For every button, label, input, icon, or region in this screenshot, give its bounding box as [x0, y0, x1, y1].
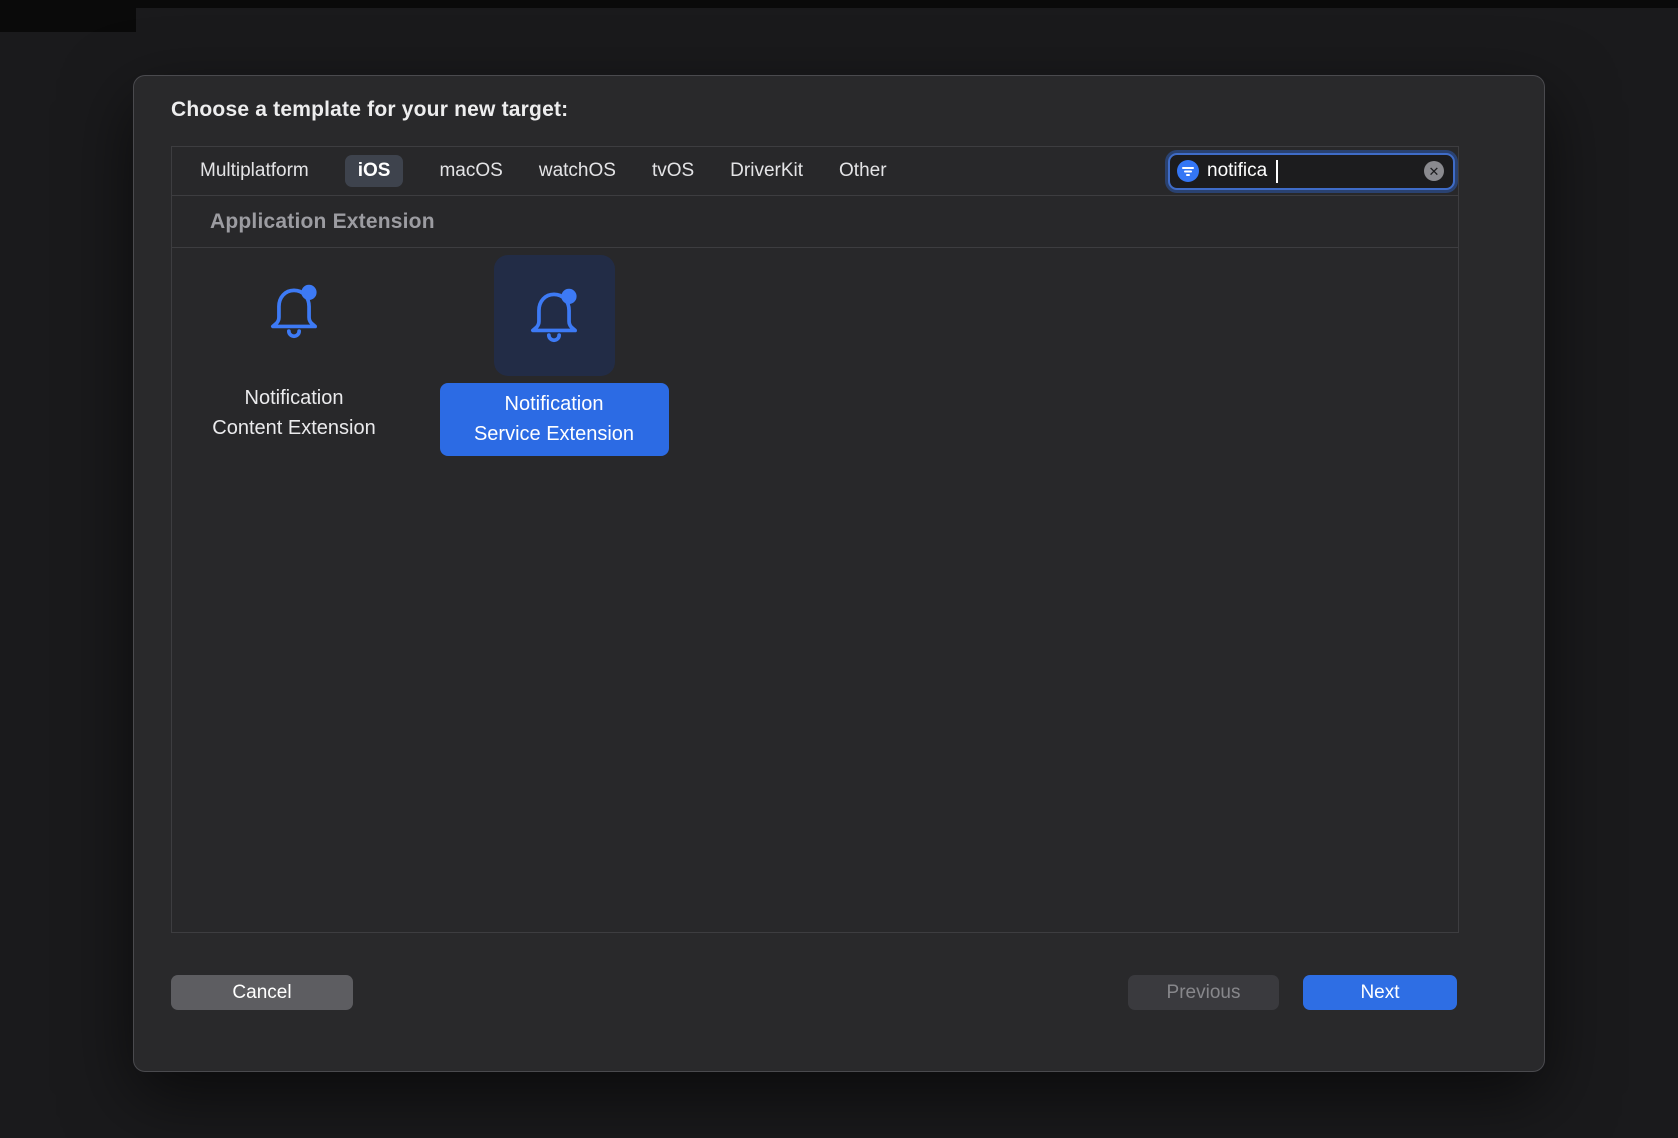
- previous-button[interactable]: Previous: [1128, 975, 1279, 1010]
- template-label-line1: Notification: [440, 389, 669, 419]
- text-caret: [1276, 160, 1278, 183]
- template-notification-content-extension[interactable]: Notification Content Extension: [178, 248, 410, 443]
- desktop-background: Choose a template for your new target: M…: [0, 0, 1678, 1138]
- screen-top-edge: [0, 0, 1678, 8]
- clear-search-icon[interactable]: ✕: [1424, 161, 1444, 181]
- dialog-title: Choose a template for your new target:: [171, 98, 568, 122]
- template-label-line1: Notification: [178, 383, 410, 413]
- template-grid: Notification Content Extension No: [172, 248, 1458, 932]
- search-input[interactable]: notifica: [1207, 160, 1267, 182]
- tab-watchos[interactable]: watchOS: [539, 160, 616, 182]
- notification-bell-icon: [261, 279, 327, 345]
- template-label-line2: Content Extension: [178, 413, 410, 443]
- tab-macos[interactable]: macOS: [439, 160, 502, 182]
- template-label: Notification Content Extension: [178, 383, 410, 443]
- window-corner-gap: [0, 0, 136, 32]
- template-label-line2: Service Extension: [440, 419, 669, 449]
- section-header: Application Extension: [172, 196, 1458, 248]
- template-label-selected: Notification Service Extension: [440, 383, 669, 456]
- tab-tvos[interactable]: tvOS: [652, 160, 694, 182]
- template-notification-service-extension[interactable]: Notification Service Extension: [438, 248, 670, 456]
- template-filter-field[interactable]: notifica ✕: [1168, 153, 1455, 190]
- tab-other[interactable]: Other: [839, 160, 887, 182]
- template-icon-wrap: [178, 248, 410, 376]
- tab-multiplatform[interactable]: Multiplatform: [200, 160, 309, 182]
- selected-template-icon-tile: [494, 255, 615, 376]
- cancel-button[interactable]: Cancel: [171, 975, 353, 1010]
- notification-bell-icon: [521, 283, 587, 349]
- next-button[interactable]: Next: [1303, 975, 1457, 1010]
- template-chooser: Multiplatform iOS macOS watchOS tvOS Dri…: [171, 146, 1459, 933]
- tab-ios[interactable]: iOS: [345, 155, 404, 187]
- filter-icon: [1177, 160, 1199, 182]
- tab-driverkit[interactable]: DriverKit: [730, 160, 803, 182]
- section-title: Application Extension: [210, 210, 435, 234]
- new-target-template-dialog: Choose a template for your new target: M…: [133, 75, 1545, 1072]
- platform-tab-bar: Multiplatform iOS macOS watchOS tvOS Dri…: [172, 147, 1458, 196]
